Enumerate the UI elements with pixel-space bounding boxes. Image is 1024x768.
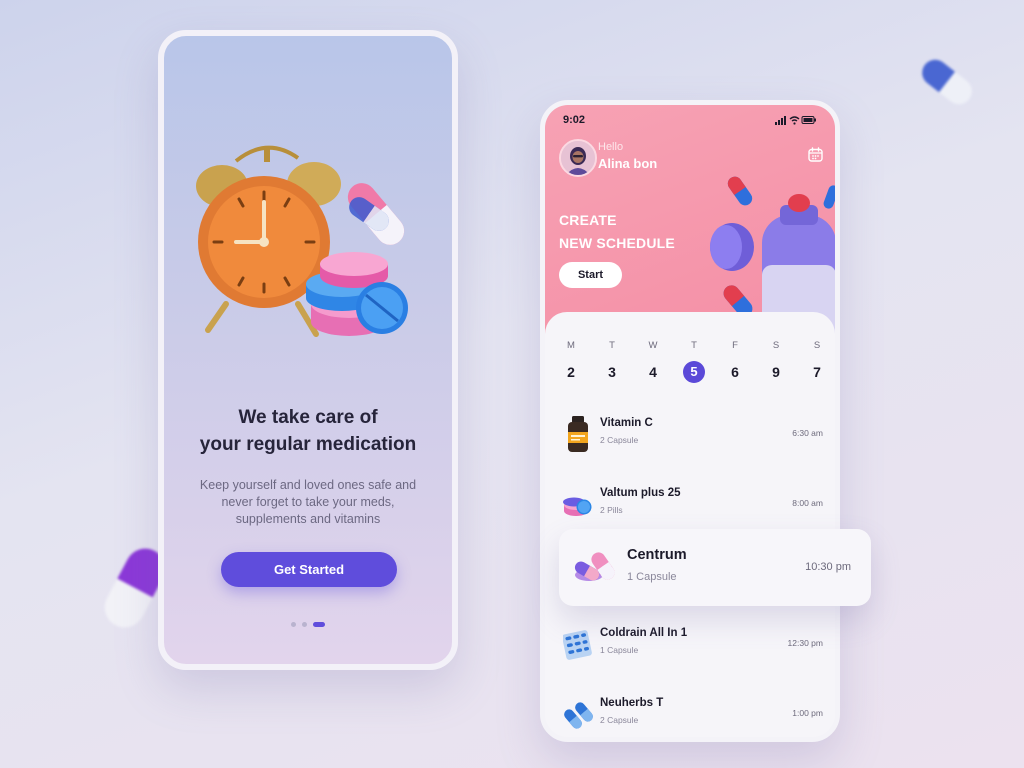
medication-row-vitamin-c[interactable]: Vitamin C 2 Capsule 6:30 am [559,411,823,457]
medication-time: 12:30 pm [787,638,823,648]
schedule-sheet: M 2 T 3 W 4 T 5 F 6 S 9 S 7 Vitamin C 2 … [545,312,835,737]
vitamin-bottle-icon [568,416,588,452]
medication-name: Vitamin C [600,417,653,429]
day-number: 5 [683,361,705,383]
day-letter: W [648,340,658,351]
day-letter: F [732,340,738,351]
medication-dose: 2 Capsule [600,435,639,445]
status-time: 9:02 [563,114,586,126]
day-letter: T [609,340,615,351]
user-name: Alina bon [598,156,658,171]
greeting-text: Hello [598,141,624,153]
day-number: 2 [567,364,575,380]
day-number: 7 [813,364,821,380]
onboarding-title-line-2: your regular medication [199,434,417,455]
status-bar: 9:02 [563,114,817,128]
day-sunday[interactable]: S 7 [805,340,829,383]
floating-capsule-blue [916,54,978,110]
medication-time: 1:00 pm [792,708,823,718]
day-monday[interactable]: M 2 [559,340,583,383]
medication-dose: 2 Capsule [600,715,639,725]
medication-time: 10:30 pm [805,561,851,573]
week-strip: M 2 T 3 W 4 T 5 F 6 S 9 S 7 [557,340,825,390]
medication-row-coldrain[interactable]: Coldrain All In 1 1 Capsule 12:30 pm [559,621,823,667]
medication-dose: 1 Capsule [600,645,639,655]
medication-name: Neuherbs T [600,697,664,709]
signal-wifi-battery-icon [775,116,816,125]
create-schedule-title: CREATE NEW SCHEDULE [559,209,675,255]
page-dot-1[interactable] [290,622,296,628]
blister-pack-icon [563,630,592,660]
get-started-button[interactable]: Get Started [221,552,397,587]
day-thursday-selected[interactable]: T 5 [682,340,706,383]
day-number: 4 [649,364,657,380]
day-friday[interactable]: F 6 [723,340,747,383]
onboarding-title-line-1: We take care of [238,407,378,428]
medication-dose: 1 Capsule [627,571,677,583]
medication-name: Centrum [627,547,687,563]
user-avatar-icon [561,141,595,175]
medication-name: Coldrain All In 1 [600,627,688,639]
day-letter: S [813,340,821,351]
start-button[interactable]: Start [559,262,622,288]
avatar[interactable] [559,139,597,177]
medication-row-neuherbs[interactable]: Neuherbs T 2 Capsule 1:00 pm [559,691,823,737]
calendar-icon[interactable] [808,147,823,162]
medication-card-centrum-highlighted[interactable]: Centrum 1 Capsule 10:30 pm [559,529,871,606]
day-saturday[interactable]: S 9 [764,340,788,383]
day-letter: S [772,340,780,351]
page-dot-3-active[interactable] [313,622,326,628]
day-wednesday[interactable]: W 4 [641,340,665,383]
alarm-clock-illustration [196,145,408,337]
onboarding-title: We take care of your regular medication [164,404,452,458]
capsule-pair-icon [564,702,593,729]
page-indicator [164,616,452,634]
day-letter: T [691,340,697,351]
medication-name: Valtum plus 25 [600,487,681,499]
medication-time: 8:00 am [792,498,823,508]
day-letter: M [567,340,575,351]
schedule-screen: 9:02 Hello Alina bon CREATE NEW SCHEDULE… [540,100,840,742]
pill-stack-icon [563,497,592,516]
onboarding-screen: We take care of your regular medication … [158,30,458,670]
onboarding-description: Keep yourself and loved ones safe and ne… [199,478,417,526]
medication-row-valtum[interactable]: Valtum plus 25 2 Pills 8:00 am [559,481,823,527]
page-dot-2[interactable] [302,622,307,628]
status-icons [775,115,817,128]
day-number: 3 [608,364,616,380]
day-number: 6 [731,364,739,380]
medication-time: 6:30 am [792,428,823,438]
capsules-icon [574,552,615,581]
day-tuesday[interactable]: T 3 [600,340,624,383]
day-number: 9 [772,364,780,380]
create-title-line-2: NEW SCHEDULE [559,235,675,251]
create-title-line-1: CREATE [559,212,617,228]
medication-dose: 2 Pills [600,505,623,515]
